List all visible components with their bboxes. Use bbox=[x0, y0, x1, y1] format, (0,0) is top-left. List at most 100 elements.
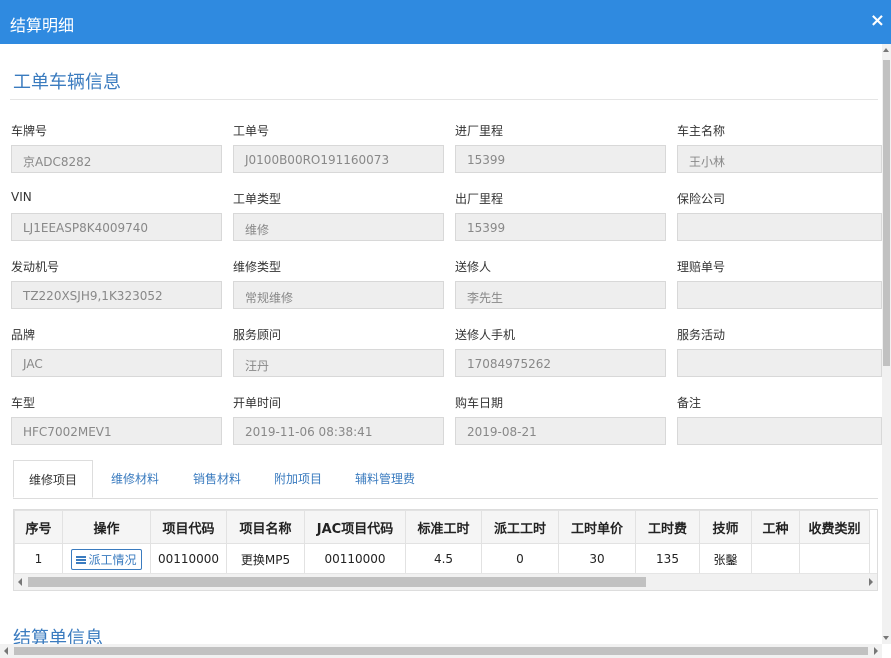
model-input[interactable]: HFC7002MEV1 bbox=[11, 417, 222, 445]
section-title-vehicle: 工单车辆信息 bbox=[13, 72, 121, 93]
field-order-no: 工单号 J0100B00RO191160073 bbox=[233, 122, 446, 173]
repair-type-input[interactable]: 常规维修 bbox=[233, 281, 444, 309]
list-icon bbox=[76, 556, 87, 564]
owner-name-input[interactable]: 王小林 bbox=[677, 145, 882, 173]
field-order-type: 工单类型 维修 bbox=[233, 190, 446, 241]
tab-sales-materials[interactable]: 销售材料 bbox=[179, 460, 255, 498]
service-activity-input[interactable] bbox=[677, 349, 882, 377]
field-label: 维修类型 bbox=[233, 260, 282, 274]
scrollbar-thumb[interactable] bbox=[28, 577, 646, 587]
vertical-scrollbar[interactable] bbox=[882, 44, 891, 644]
sender-phone-input[interactable]: 17084975262 bbox=[455, 349, 666, 377]
dialog-title: 结算明细 bbox=[10, 16, 75, 35]
dialog-titlebar: 结算明细 × bbox=[0, 0, 891, 44]
field-label: 开单时间 bbox=[233, 396, 282, 410]
field-vin: VIN LJ1EEASP8K4009740 bbox=[11, 190, 224, 241]
column-header[interactable]: JAC项目代码 bbox=[304, 510, 406, 544]
engine-no-input[interactable]: TZ220XSJH9,1K323052 bbox=[11, 281, 222, 309]
horizontal-scrollbar[interactable] bbox=[0, 644, 882, 658]
detail-tabs: 维修项目 维修材料 销售材料 附加项目 辅料管理费 bbox=[13, 460, 878, 499]
field-label: 服务顾问 bbox=[233, 328, 282, 342]
brand-input[interactable]: JAC bbox=[11, 349, 222, 377]
field-label: 购车日期 bbox=[455, 396, 504, 410]
scroll-left-icon[interactable] bbox=[18, 578, 22, 586]
column-header[interactable]: 项目名称 bbox=[226, 510, 305, 544]
field-label: 车主名称 bbox=[677, 124, 726, 138]
field-claim-no: 理赔单号 bbox=[677, 258, 890, 309]
field-sender: 送修人 李先生 bbox=[455, 258, 668, 309]
field-repair-type: 维修类型 常规维修 bbox=[233, 258, 446, 309]
cell-work-type bbox=[751, 543, 800, 575]
column-header[interactable]: 派工工时 bbox=[481, 510, 559, 544]
field-label: 工单类型 bbox=[233, 192, 282, 206]
field-engine-no: 发动机号 TZ220XSJH9,1K323052 bbox=[11, 258, 224, 309]
sender-input[interactable]: 李先生 bbox=[455, 281, 666, 309]
column-header[interactable]: 操作 bbox=[62, 510, 151, 544]
tab-repair-materials[interactable]: 维修材料 bbox=[97, 460, 173, 498]
vin-input[interactable]: LJ1EEASP8K4009740 bbox=[11, 213, 222, 241]
open-time-input[interactable]: 2019-11-06 08:38:41 bbox=[233, 417, 444, 445]
dispatch-status-button[interactable]: 派工情况 bbox=[71, 548, 142, 570]
field-label: 工单号 bbox=[233, 124, 270, 138]
field-label: 车牌号 bbox=[11, 124, 48, 138]
scroll-down-icon[interactable] bbox=[883, 636, 889, 640]
dispatch-status-label: 派工情况 bbox=[88, 552, 137, 567]
cell-fee: 135 bbox=[635, 543, 700, 575]
tab-extra-items[interactable]: 附加项目 bbox=[260, 460, 336, 498]
field-plate: 车牌号 京ADC8282 bbox=[11, 122, 224, 173]
in-mileage-input[interactable]: 15399 bbox=[455, 145, 666, 173]
field-owner-name: 车主名称 王小林 bbox=[677, 122, 890, 173]
field-label: 理赔单号 bbox=[677, 260, 726, 274]
repair-items-grid: 序号 操作 项目代码 项目名称 JAC项目代码 标准工时 派工工时 工时单价 工… bbox=[13, 509, 878, 591]
column-header[interactable]: 标准工时 bbox=[405, 510, 482, 544]
table-row[interactable]: 1 派工情况 00110000 更换MP5 00110000 4.5 0 30 … bbox=[14, 543, 870, 575]
field-label: 出厂里程 bbox=[455, 192, 504, 206]
advisor-input[interactable]: 汪丹 bbox=[233, 349, 444, 377]
order-no-input[interactable]: J0100B00RO191160073 bbox=[233, 145, 444, 173]
section-divider bbox=[10, 99, 878, 100]
field-label: 送修人 bbox=[455, 260, 492, 274]
cell-code: 00110000 bbox=[150, 543, 227, 575]
column-header[interactable]: 收费类别 bbox=[799, 510, 870, 544]
repair-items-table: 序号 操作 项目代码 项目名称 JAC项目代码 标准工时 派工工时 工时单价 工… bbox=[14, 510, 870, 575]
column-header[interactable]: 工时单价 bbox=[558, 510, 636, 544]
cell-unit-price: 30 bbox=[558, 543, 636, 575]
purchase-date-input[interactable]: 2019-08-21 bbox=[455, 417, 666, 445]
order-type-input[interactable]: 维修 bbox=[233, 213, 444, 241]
field-label: 保险公司 bbox=[677, 192, 726, 206]
scroll-left-icon[interactable] bbox=[4, 647, 8, 655]
cell-technician: 张鑿 bbox=[699, 543, 752, 575]
cell-std-hours: 4.5 bbox=[405, 543, 482, 575]
field-label: 备注 bbox=[677, 396, 702, 410]
scrollbar-thumb[interactable] bbox=[14, 647, 868, 655]
scrollbar-thumb[interactable] bbox=[883, 60, 890, 366]
table-header-row: 序号 操作 项目代码 项目名称 JAC项目代码 标准工时 派工工时 工时单价 工… bbox=[14, 510, 870, 544]
insurer-input[interactable] bbox=[677, 213, 882, 241]
field-label: 车型 bbox=[11, 396, 36, 410]
claim-no-input[interactable] bbox=[677, 281, 882, 309]
column-header[interactable]: 工时费 bbox=[635, 510, 700, 544]
scroll-right-icon[interactable] bbox=[874, 647, 878, 655]
field-model: 车型 HFC7002MEV1 bbox=[11, 394, 224, 445]
column-header[interactable]: 工种 bbox=[751, 510, 800, 544]
cell-jac-code: 00110000 bbox=[304, 543, 406, 575]
tab-aux-management-fee[interactable]: 辅料管理费 bbox=[342, 460, 428, 498]
grid-horizontal-scrollbar[interactable] bbox=[14, 573, 877, 590]
cell-action: 派工情况 bbox=[62, 543, 151, 575]
scroll-right-icon[interactable] bbox=[869, 578, 873, 586]
field-label: 品牌 bbox=[11, 328, 36, 342]
field-label: 发动机号 bbox=[11, 260, 60, 274]
cell-name: 更换MP5 bbox=[226, 543, 305, 575]
out-mileage-input[interactable]: 15399 bbox=[455, 213, 666, 241]
field-purchase-date: 购车日期 2019-08-21 bbox=[455, 394, 668, 445]
tab-repair-items[interactable]: 维修项目 bbox=[13, 460, 93, 498]
cell-dispatch-hours: 0 bbox=[481, 543, 559, 575]
column-header[interactable]: 序号 bbox=[14, 510, 63, 544]
close-icon[interactable]: × bbox=[870, 10, 885, 31]
remark-input[interactable] bbox=[677, 417, 882, 445]
field-in-mileage: 进厂里程 15399 bbox=[455, 122, 668, 173]
column-header[interactable]: 项目代码 bbox=[150, 510, 227, 544]
plate-input[interactable]: 京ADC8282 bbox=[11, 145, 222, 173]
scroll-up-icon[interactable] bbox=[883, 48, 889, 52]
column-header[interactable]: 技师 bbox=[699, 510, 752, 544]
